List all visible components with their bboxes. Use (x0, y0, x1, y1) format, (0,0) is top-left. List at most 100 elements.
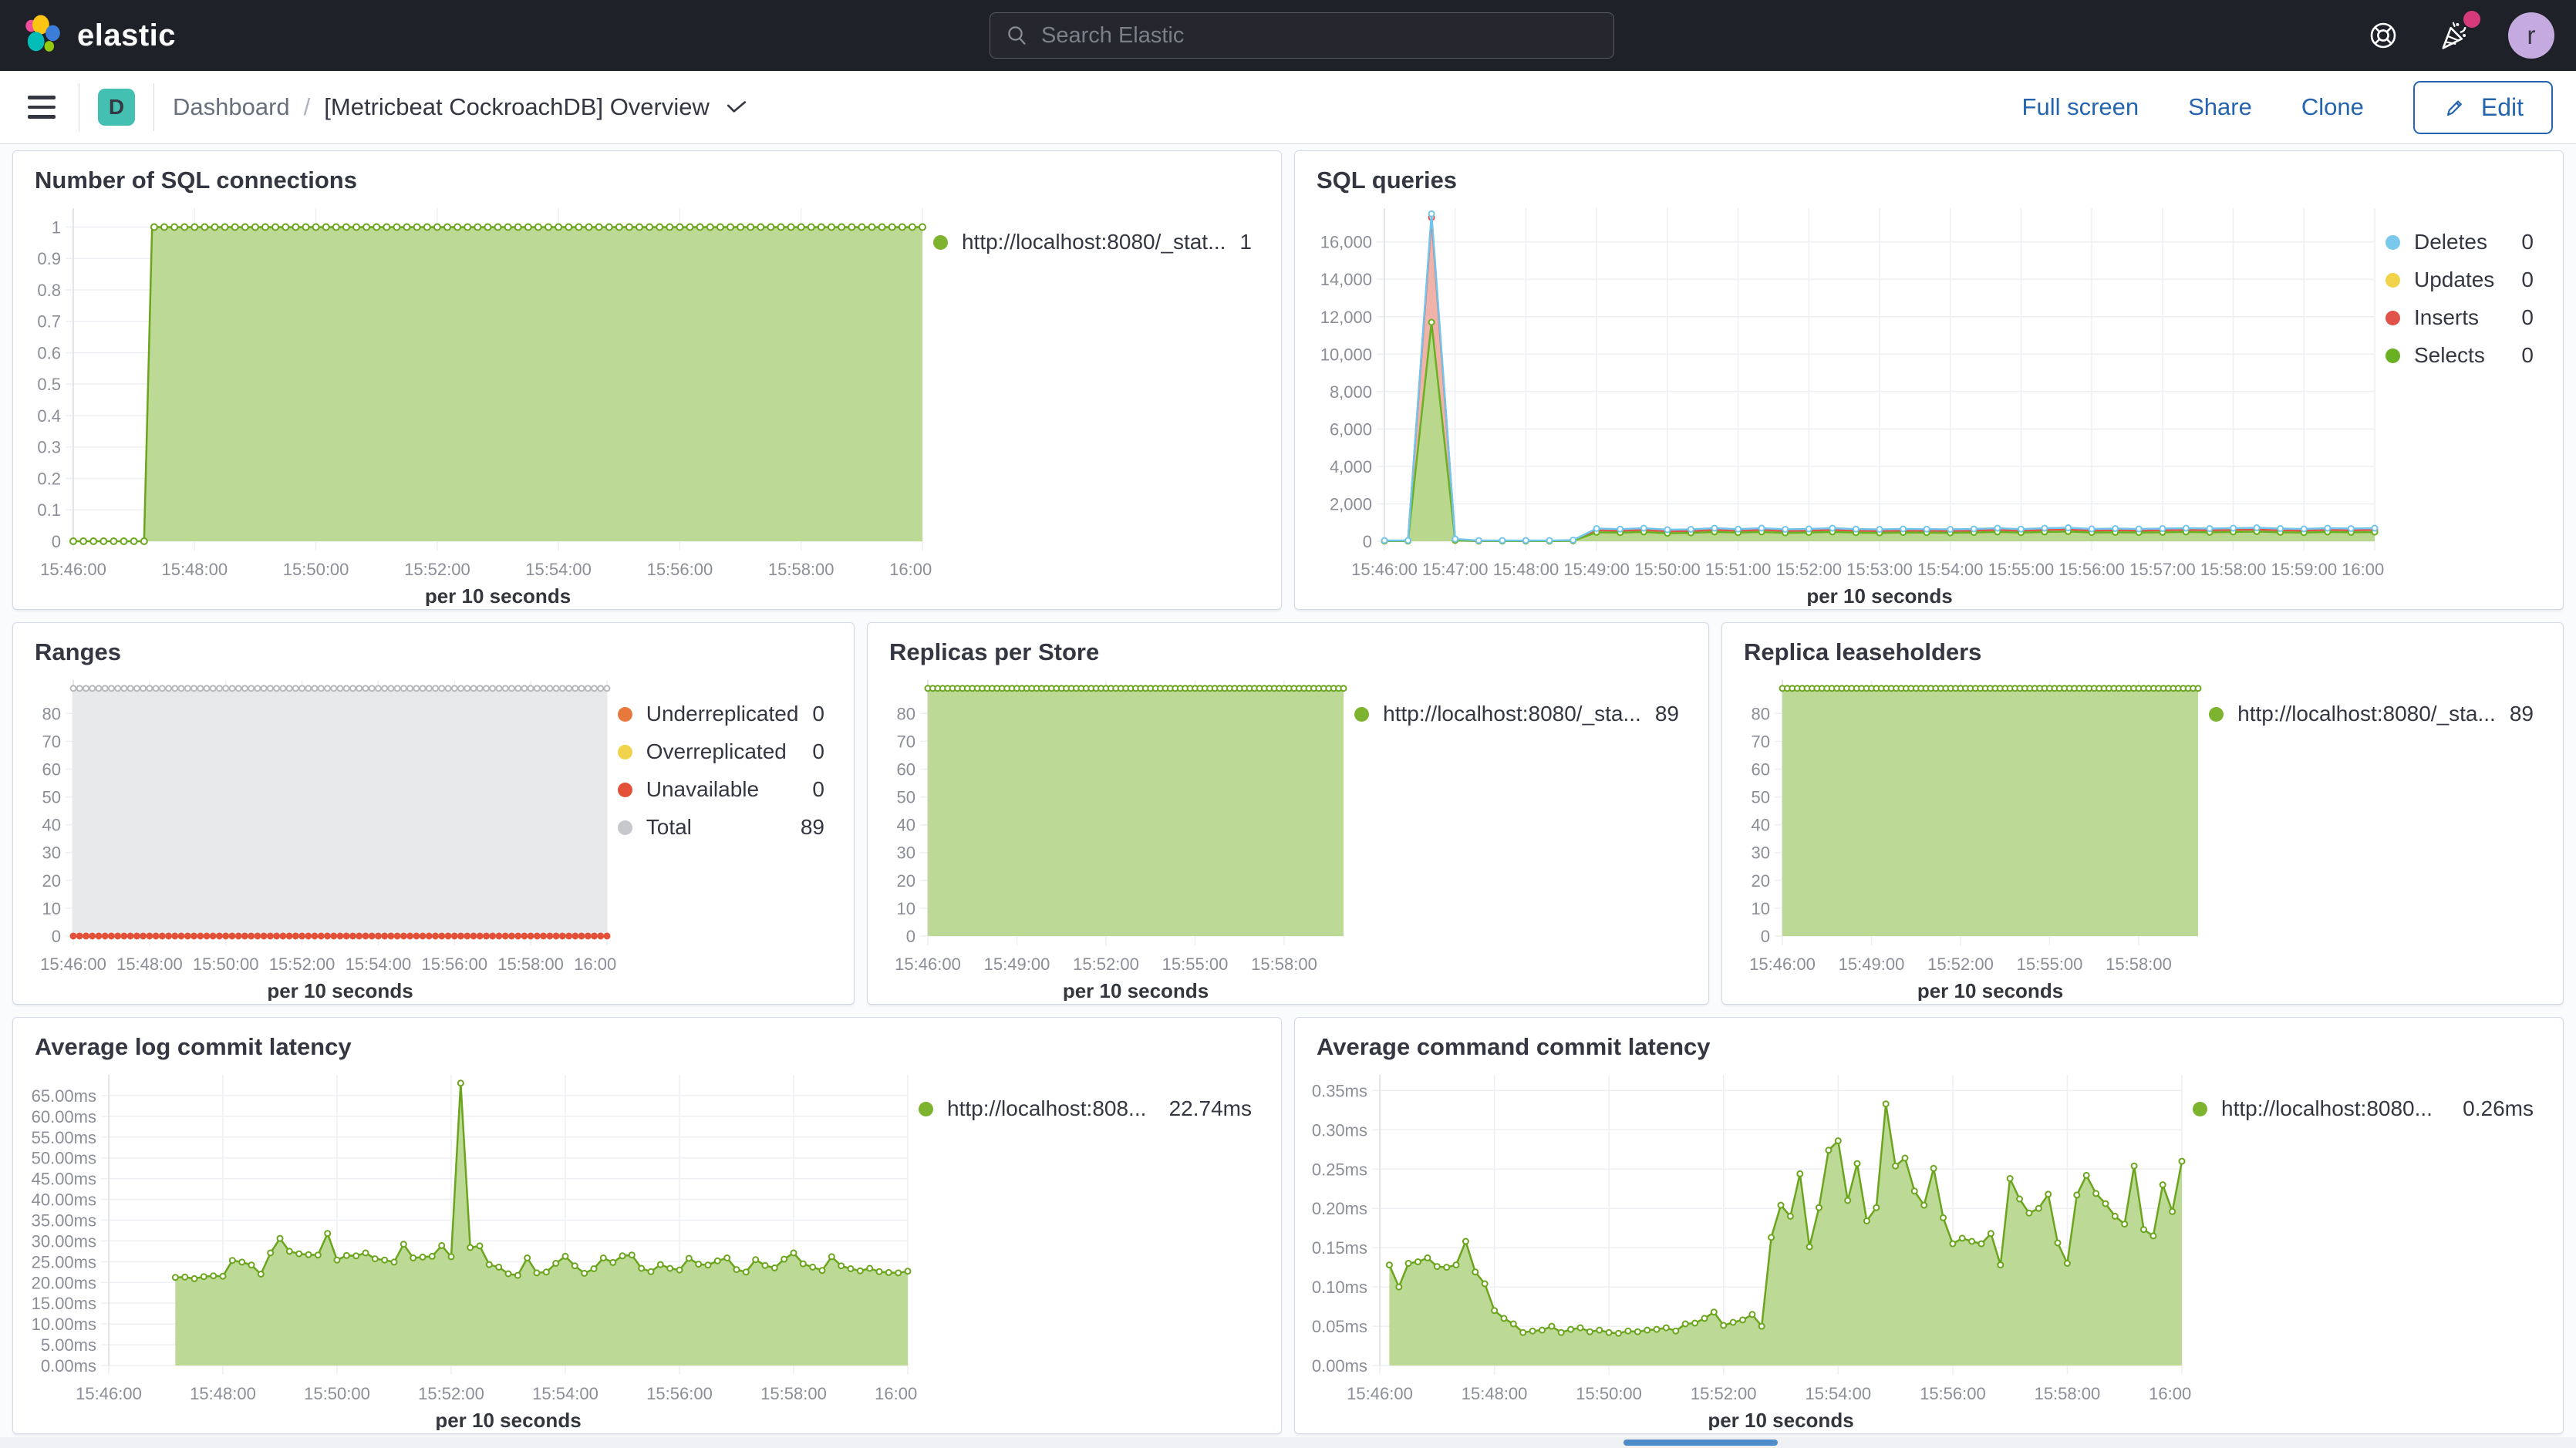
newsfeed-button[interactable] (2436, 17, 2473, 54)
search-input[interactable] (1041, 23, 1598, 49)
chevron-down-icon (727, 99, 747, 115)
svg-text:15:46:00: 15:46:00 (40, 560, 106, 579)
chart-plot-replicas-per-store[interactable]: 15:46:0015:49:0015:52:0015:55:0015:58:00… (877, 668, 1354, 1001)
legend-item[interactable]: Total89 (618, 815, 824, 840)
legend-item[interactable]: http://localhost:8080/_sta...89 (2209, 702, 2534, 726)
elastic-logo[interactable]: elastic (22, 14, 253, 57)
chart-plot-sql-connections[interactable]: 15:46:0015:48:0015:50:0015:52:0015:54:00… (22, 196, 933, 606)
clone-button[interactable]: Clone (2301, 93, 2364, 121)
svg-text:15:46:00: 15:46:00 (1749, 955, 1816, 974)
legend-label: Updates (2414, 268, 2494, 292)
svg-text:15:52:00: 15:52:00 (1691, 1384, 1757, 1403)
svg-text:12,000: 12,000 (1320, 308, 1372, 327)
svg-text:15:54:00: 15:54:00 (525, 560, 592, 579)
share-button[interactable]: Share (2188, 93, 2252, 121)
svg-text:65.00ms: 65.00ms (32, 1086, 96, 1106)
svg-text:45.00ms: 45.00ms (32, 1170, 96, 1189)
space-badge-letter: D (109, 95, 124, 120)
legend-color-dot (618, 820, 632, 835)
chart-legend: http://localhost:8080... 0.26ms (2193, 1062, 2555, 1430)
svg-text:25.00ms: 25.00ms (32, 1252, 96, 1271)
user-avatar[interactable]: r (2508, 12, 2554, 59)
chart-svg: 15:46:0015:48:0015:50:0015:52:0015:54:00… (1304, 1062, 2193, 1430)
svg-text:15:54:00: 15:54:00 (1917, 560, 1984, 579)
svg-text:40: 40 (42, 816, 61, 835)
chart-plot-avg-command-commit-latency[interactable]: 15:46:0015:48:0015:50:0015:52:0015:54:00… (1304, 1062, 2193, 1430)
svg-text:15:56:00: 15:56:00 (646, 1384, 713, 1403)
edit-button[interactable]: Edit (2413, 81, 2553, 134)
legend-color-dot (2385, 349, 2400, 363)
panel-avg-command-commit-latency: Average command commit latency 15:46:001… (1294, 1017, 2564, 1434)
legend-color-dot (618, 745, 632, 759)
chart-svg: 15:46:0015:48:0015:50:0015:52:0015:54:00… (22, 196, 933, 606)
chart-plot-avg-log-commit-latency[interactable]: 15:46:0015:48:0015:50:0015:52:0015:54:00… (22, 1062, 919, 1430)
svg-text:15:56:00: 15:56:00 (421, 955, 487, 974)
chart-legend: http://localhost:8080/_sta...89 (2209, 668, 2555, 1001)
svg-text:80: 80 (1752, 704, 1770, 723)
legend-item[interactable]: http://localhost:808...22.74ms (919, 1096, 1252, 1121)
scrollbar-thumb[interactable] (1623, 1440, 1778, 1446)
svg-text:0.30ms: 0.30ms (1312, 1120, 1367, 1140)
legend-color-dot (919, 1102, 933, 1116)
legend-item[interactable]: http://localhost:8080/_sta...89 (1354, 702, 1679, 726)
legend-item[interactable]: Inserts0 (2385, 305, 2534, 330)
chart-plot-replica-leaseholders[interactable]: 15:46:0015:49:0015:52:0015:55:0015:58:00… (1731, 668, 2209, 1001)
breadcrumb-separator: / (304, 93, 311, 121)
svg-text:15:52:00: 15:52:00 (1927, 955, 1994, 974)
legend-value: 1 (1239, 230, 1252, 254)
legend-item[interactable]: Overreplicated0 (618, 739, 824, 764)
global-search[interactable] (990, 12, 1614, 59)
legend-item[interactable]: Selects0 (2385, 343, 2534, 368)
panel-row-2: Ranges 15:46:0015:48:0015:50:0015:52:001… (12, 622, 2564, 1005)
svg-text:0: 0 (906, 927, 915, 946)
legend-item[interactable]: Underreplicated0 (618, 702, 824, 726)
svg-text:0.1: 0.1 (37, 500, 61, 520)
full-screen-button[interactable]: Full screen (2022, 93, 2139, 121)
legend-label: http://localhost:8080... (2221, 1096, 2433, 1121)
svg-text:15:48:00: 15:48:00 (116, 955, 183, 974)
legend-item[interactable]: Updates0 (2385, 268, 2534, 292)
panel-title: SQL queries (1295, 151, 2563, 196)
svg-text:0: 0 (1363, 532, 1372, 551)
svg-text:60: 60 (42, 760, 61, 780)
legend-item[interactable]: http://localhost:8080/_stat...1 (933, 230, 1252, 254)
svg-text:0.8: 0.8 (37, 281, 61, 300)
svg-text:16:00:00: 16:00:00 (889, 560, 933, 579)
legend-value: 0.26ms (2463, 1096, 2534, 1121)
chart-svg: 15:46:0015:49:0015:52:0015:55:0015:58:00… (877, 668, 1354, 1001)
svg-text:15:55:00: 15:55:00 (1988, 560, 2055, 579)
menu-button[interactable] (23, 91, 60, 123)
chart-legend: http://localhost:8080/_sta...89 (1354, 668, 1701, 1001)
svg-text:per 10 seconds: per 10 seconds (1917, 979, 2063, 1001)
title-caret-button[interactable] (727, 99, 747, 115)
svg-text:per 10 seconds: per 10 seconds (267, 979, 413, 1001)
chart-plot-ranges[interactable]: 15:46:0015:48:0015:50:0015:52:0015:54:00… (22, 668, 618, 1001)
svg-text:0.7: 0.7 (37, 312, 61, 332)
help-button[interactable] (2366, 19, 2400, 52)
svg-text:per 10 seconds: per 10 seconds (1708, 1409, 1853, 1430)
svg-text:16,000: 16,000 (1320, 233, 1372, 252)
svg-text:0.9: 0.9 (37, 249, 61, 268)
space-switcher[interactable]: D (98, 89, 135, 126)
svg-text:15:50:00: 15:50:00 (1576, 1384, 1642, 1403)
svg-text:15:48:00: 15:48:00 (1493, 560, 1559, 579)
legend-color-dot (2209, 707, 2224, 722)
legend-color-dot (618, 783, 632, 797)
svg-text:20: 20 (42, 871, 61, 891)
chart-plot-sql-queries[interactable]: 15:46:0015:47:0015:48:0015:49:0015:50:00… (1304, 196, 2385, 606)
elastic-logo-icon (22, 14, 65, 57)
legend-item[interactable]: Deletes0 (2385, 230, 2534, 254)
horizontal-scrollbar[interactable] (0, 1437, 2576, 1448)
legend-item[interactable]: http://localhost:8080... 0.26ms (2193, 1096, 2534, 1121)
svg-text:15:46:00: 15:46:00 (40, 955, 106, 974)
legend-label: http://localhost:8080/_sta... (2237, 702, 2496, 726)
breadcrumb-dashboard-link[interactable]: Dashboard (173, 93, 290, 121)
panel-title: Ranges (13, 623, 854, 668)
svg-text:15:59:00: 15:59:00 (2271, 560, 2337, 579)
svg-text:15:52:00: 15:52:00 (1775, 560, 1842, 579)
search-icon (1006, 24, 1029, 47)
svg-text:15:50:00: 15:50:00 (1634, 560, 1701, 579)
legend-item[interactable]: Unavailable0 (618, 777, 824, 802)
svg-text:15:58:00: 15:58:00 (1251, 955, 1317, 974)
legend-value: 0 (812, 739, 824, 764)
